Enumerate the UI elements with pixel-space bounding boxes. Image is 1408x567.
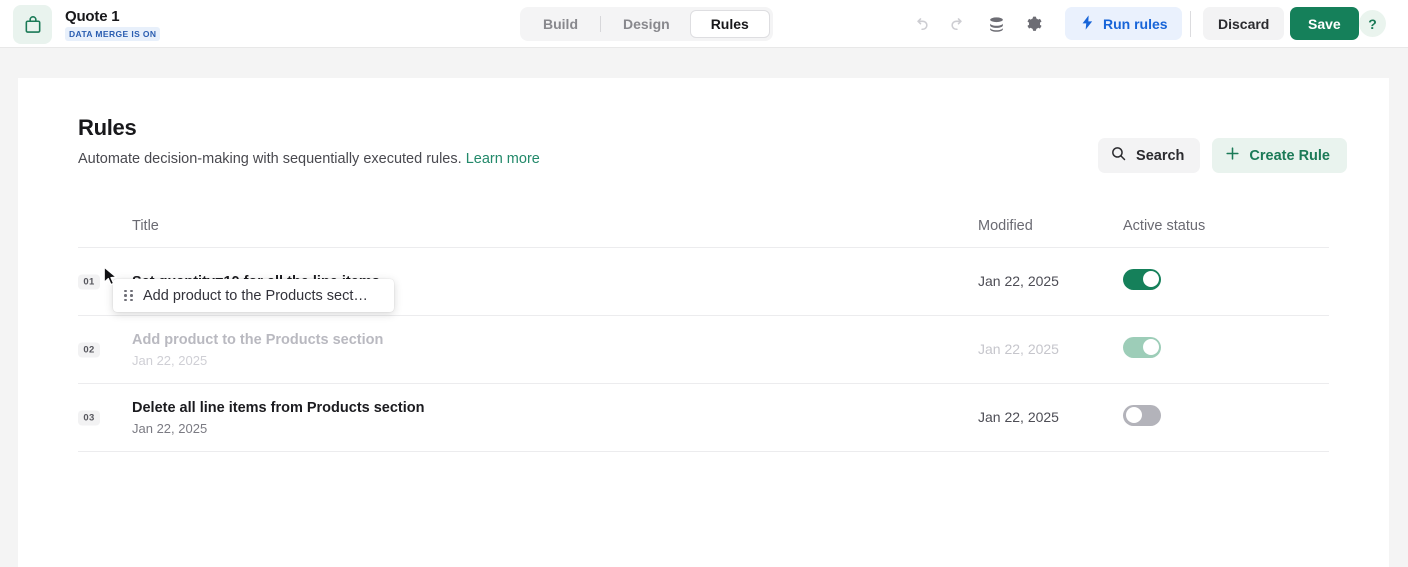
rule-title: Add product to the Products section (132, 332, 978, 348)
column-header-active-status: Active status (1123, 218, 1205, 234)
mode-tabs: Build Design Rules (520, 7, 773, 41)
learn-more-link[interactable]: Learn more (466, 151, 540, 167)
active-status-toggle[interactable] (1123, 269, 1161, 290)
drag-preview-label: Add product to the Products sect… (143, 288, 368, 304)
row-title-cell: Add product to the Products section Jan … (78, 332, 978, 368)
discard-button[interactable]: Discard (1203, 7, 1284, 40)
page-title: Rules (78, 115, 540, 141)
toolbar-icons (905, 9, 1049, 39)
create-rule-label: Create Rule (1249, 148, 1330, 164)
row-index-badge: 02 (78, 342, 100, 357)
shopping-bag-icon (13, 5, 52, 44)
document-title: Quote 1 (65, 8, 160, 25)
brand: Quote 1 DATA MERGE IS ON (13, 5, 160, 44)
gear-icon[interactable] (1019, 9, 1049, 39)
run-rules-label: Run rules (1103, 16, 1168, 32)
rule-modified-date: Jan 22, 2025 (978, 341, 1059, 357)
row-title-cell: Delete all line items from Products sect… (78, 400, 978, 436)
run-rules-button[interactable]: Run rules (1065, 7, 1182, 40)
data-merge-badge: DATA MERGE IS ON (65, 27, 160, 41)
active-status-toggle[interactable] (1123, 405, 1161, 426)
search-label: Search (1136, 148, 1184, 164)
rule-modified-date: Jan 22, 2025 (978, 409, 1059, 425)
save-button[interactable]: Save (1290, 7, 1359, 40)
tab-rules[interactable]: Rules (690, 10, 770, 38)
toolbar-divider (1190, 11, 1191, 37)
search-icon (1110, 145, 1127, 166)
rule-modified-date: Jan 22, 2025 (978, 273, 1059, 289)
row-index-badge: 03 (78, 410, 100, 425)
database-icon[interactable] (981, 9, 1011, 39)
create-rule-button[interactable]: Create Rule (1212, 138, 1347, 173)
table-row[interactable]: 03 Delete all line items from Products s… (78, 384, 1329, 452)
redo-icon[interactable] (943, 9, 973, 39)
toggle-knob (1126, 407, 1142, 423)
page-subtitle-text: Automate decision-making with sequential… (78, 151, 462, 167)
rule-date: Jan 22, 2025 (132, 353, 978, 368)
rule-title: Delete all line items from Products sect… (132, 400, 978, 416)
tab-build[interactable]: Build (523, 10, 598, 38)
row-index-badge: 01 (78, 274, 100, 289)
rules-table: Title Modified Active status 01 Set quan… (78, 204, 1329, 452)
tab-divider (600, 16, 601, 32)
column-header-modified: Modified (978, 218, 1033, 234)
table-header-row: Title Modified Active status (78, 204, 1329, 248)
column-header-title: Title (132, 218, 159, 234)
plus-icon (1224, 145, 1241, 166)
drag-preview-card[interactable]: Add product to the Products sect… (113, 279, 394, 312)
page-actions: Search Create Rule (1098, 138, 1347, 173)
search-button[interactable]: Search (1098, 138, 1200, 173)
table-row[interactable]: 02 Add product to the Products section J… (78, 316, 1329, 384)
lightning-bolt-icon (1079, 14, 1096, 34)
drag-handle-icon[interactable] (124, 290, 133, 302)
page-header: Rules Automate decision-making with sequ… (78, 115, 540, 167)
undo-icon[interactable] (905, 9, 935, 39)
tab-design[interactable]: Design (603, 10, 690, 38)
rules-page-card: Rules Automate decision-making with sequ… (18, 78, 1389, 567)
page-subtitle: Automate decision-making with sequential… (78, 151, 540, 167)
rule-date: Jan 22, 2025 (132, 421, 978, 436)
active-status-toggle[interactable] (1123, 337, 1161, 358)
top-bar: Quote 1 DATA MERGE IS ON Build Design Ru… (0, 0, 1408, 48)
help-icon[interactable]: ? (1359, 10, 1386, 37)
toggle-knob (1143, 271, 1159, 287)
toggle-knob (1143, 339, 1159, 355)
